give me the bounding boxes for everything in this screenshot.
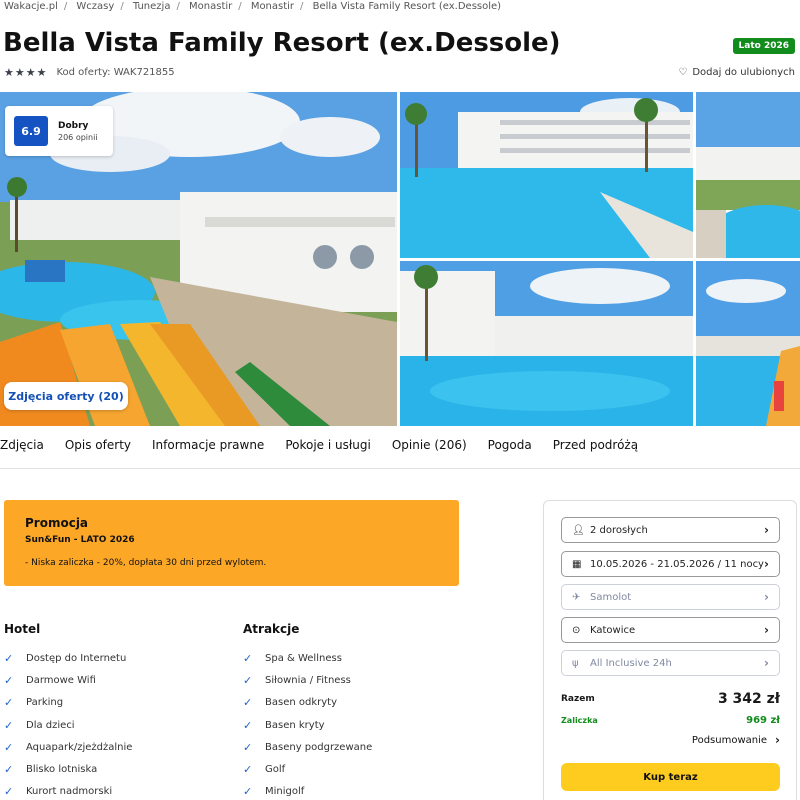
- tab-before-trip[interactable]: Przed podróżą: [553, 438, 638, 452]
- breadcrumb-current: Bella Vista Family Resort (ex.Dessole): [312, 1, 502, 12]
- offer-tabs: Zdjęcia Opis oferty Informacje prawne Po…: [0, 438, 659, 452]
- check-icon: ✓: [243, 740, 253, 754]
- heart-icon: ♡: [678, 67, 688, 78]
- check-icon: ✓: [243, 718, 253, 732]
- transport-select[interactable]: ✈ Samolot ›: [561, 584, 780, 610]
- tab-description[interactable]: Opis oferty: [65, 438, 131, 452]
- tab-rooms[interactable]: Pokoje i usługi: [285, 438, 371, 452]
- attractions-heading: Atrakcje: [243, 622, 300, 636]
- check-icon: ✓: [4, 651, 14, 665]
- offer-code: Kod oferty: WAK721855: [56, 67, 175, 78]
- breadcrumb-country[interactable]: Tunezja: [133, 1, 171, 12]
- favorites-label: Dodaj do ulubionych: [692, 67, 795, 78]
- rating-score: 6.9: [14, 116, 48, 146]
- dates-select[interactable]: ▦ 10.05.2026 - 21.05.2026 / 11 nocy ›: [561, 551, 780, 577]
- chevron-right-icon: ›: [764, 557, 769, 571]
- hotel-heading: Hotel: [4, 622, 41, 636]
- tabs-divider: [0, 468, 800, 469]
- breadcrumb-city[interactable]: Monastir: [251, 1, 294, 12]
- breadcrumb: Wakacje.pl / Wczasy / Tunezja / Monastir / M…: [4, 1, 502, 12]
- feature-item: ✓ Basen odkryty: [243, 696, 337, 710]
- feature-item: ✓ Aquapark/zjeżdżalnie: [4, 740, 133, 754]
- check-icon: ✓: [243, 763, 253, 777]
- page-title: Bella Vista Family Resort (ex.Dessole): [3, 28, 561, 58]
- chevron-right-icon: ›: [764, 656, 769, 670]
- promo-title: Promocja: [25, 516, 89, 530]
- deposit-price: 969 zł: [746, 715, 780, 726]
- summary-label: Podsumowanie: [691, 734, 768, 746]
- chevron-right-icon: ›: [775, 733, 780, 747]
- tab-photos[interactable]: Zdjęcia: [0, 438, 44, 452]
- tab-reviews[interactable]: Opinie (206): [392, 438, 467, 452]
- check-icon: ✓: [4, 718, 14, 732]
- travelers-select[interactable]: 👤︎ 2 dorosłych ›: [561, 517, 780, 543]
- hotel-stars: ★★★★: [4, 66, 48, 79]
- feature-item: ✓ Siłownia / Fitness: [243, 673, 351, 687]
- gallery-photo-5[interactable]: [696, 261, 800, 426]
- tab-legal[interactable]: Informacje prawne: [152, 438, 264, 452]
- booking-panel: 👤︎ 2 dorosłych › ▦ 10.05.2026 - 21.05.20…: [543, 500, 797, 800]
- tab-weather[interactable]: Pogoda: [488, 438, 532, 452]
- board-select[interactable]: ψ All Inclusive 24h ›: [561, 650, 780, 676]
- photo-gallery: 6.9 Dobry 206 opinii Zdjęcia oferty (20): [0, 92, 800, 426]
- feature-item: ✓ Dla dzieci: [4, 718, 75, 732]
- photos-button[interactable]: Zdjęcia oferty (20): [4, 382, 128, 410]
- feature-item: ✓ Spa & Wellness: [243, 651, 342, 665]
- breadcrumb-region[interactable]: Monastir: [189, 1, 232, 12]
- chevron-right-icon: ›: [764, 623, 769, 637]
- deposit-row: Zaliczka 969 zł: [561, 715, 780, 726]
- feature-item: ✓ Parking: [4, 696, 64, 710]
- check-icon: ✓: [243, 673, 253, 687]
- rating-count: 206 opinii: [58, 132, 98, 142]
- add-to-favorites-button[interactable]: ♡ Dodaj do ulubionych: [678, 67, 795, 78]
- breadcrumb-home[interactable]: Wakacje.pl: [4, 1, 58, 12]
- main-photo[interactable]: 6.9 Dobry 206 opinii Zdjęcia oferty (20): [0, 92, 397, 426]
- total-price: 3 342 zł: [717, 691, 780, 707]
- feature-item: ✓ Kurort nadmorski: [4, 785, 113, 799]
- feature-item: ✓ Blisko lotniska: [4, 763, 98, 777]
- buy-now-button[interactable]: Kup teraz: [561, 763, 780, 791]
- feature-item: ✓ Darmowe Wifi: [4, 673, 96, 687]
- check-icon: ✓: [4, 696, 14, 710]
- check-icon: ✓: [243, 696, 253, 710]
- hotel-features: Hotel ✓ Dostęp do Internetu ✓ Darmowe Wifi…: [4, 622, 132, 800]
- calendar-icon: ▦: [572, 558, 582, 570]
- breadcrumb-wczasy[interactable]: Wczasy: [76, 1, 114, 12]
- location-pin-icon: ⊙: [572, 624, 581, 636]
- total-row: Razem 3 342 zł: [561, 691, 780, 707]
- total-label: Razem: [561, 694, 595, 704]
- attraction-features: Atrakcje ✓ Spa & Wellness ✓ Siłownia / Fit…: [243, 622, 372, 800]
- feature-item: ✓ Golf: [243, 763, 286, 777]
- gallery-photo-3[interactable]: [696, 92, 800, 258]
- rating-label: Dobry: [58, 120, 89, 131]
- summary-link[interactable]: Podsumowanie ›: [561, 733, 780, 747]
- check-icon: ✓: [243, 785, 253, 799]
- chevron-right-icon: ›: [764, 523, 769, 537]
- check-icon: ✓: [4, 740, 14, 754]
- feature-item: ✓ Dostęp do Internetu: [4, 651, 127, 665]
- check-icon: ✓: [4, 673, 14, 687]
- gallery-photo-2[interactable]: [400, 92, 693, 258]
- feature-item: ✓ Minigolf: [243, 785, 305, 799]
- departure-select[interactable]: ⊙ Katowice ›: [561, 617, 780, 643]
- promo-box: Promocja Sun&Fun - LATO 2026 - Niska zal…: [4, 500, 459, 586]
- deposit-label: Zaliczka: [561, 716, 598, 725]
- check-icon: ✓: [4, 785, 14, 799]
- gallery-photo-4[interactable]: [400, 261, 693, 426]
- chevron-right-icon: ›: [764, 590, 769, 604]
- season-badge: Lato 2026: [732, 38, 795, 54]
- feature-item: ✓ Basen kryty: [243, 718, 325, 732]
- cutlery-icon: ψ: [572, 657, 579, 669]
- feature-item: ✓ Baseny podgrzewane: [243, 740, 373, 754]
- promo-subtitle: Sun&Fun - LATO 2026: [25, 535, 135, 545]
- plane-icon: ✈: [572, 591, 581, 603]
- check-icon: ✓: [243, 651, 253, 665]
- promo-text: - Niska zaliczka - 20%, dopłata 30 dni p…: [25, 558, 267, 568]
- check-icon: ✓: [4, 763, 14, 777]
- offer-meta: ★★★★ Kod oferty: WAK721855: [4, 66, 175, 79]
- person-icon: 👤︎: [572, 524, 585, 536]
- rating-card[interactable]: 6.9 Dobry 206 opinii: [5, 106, 113, 156]
